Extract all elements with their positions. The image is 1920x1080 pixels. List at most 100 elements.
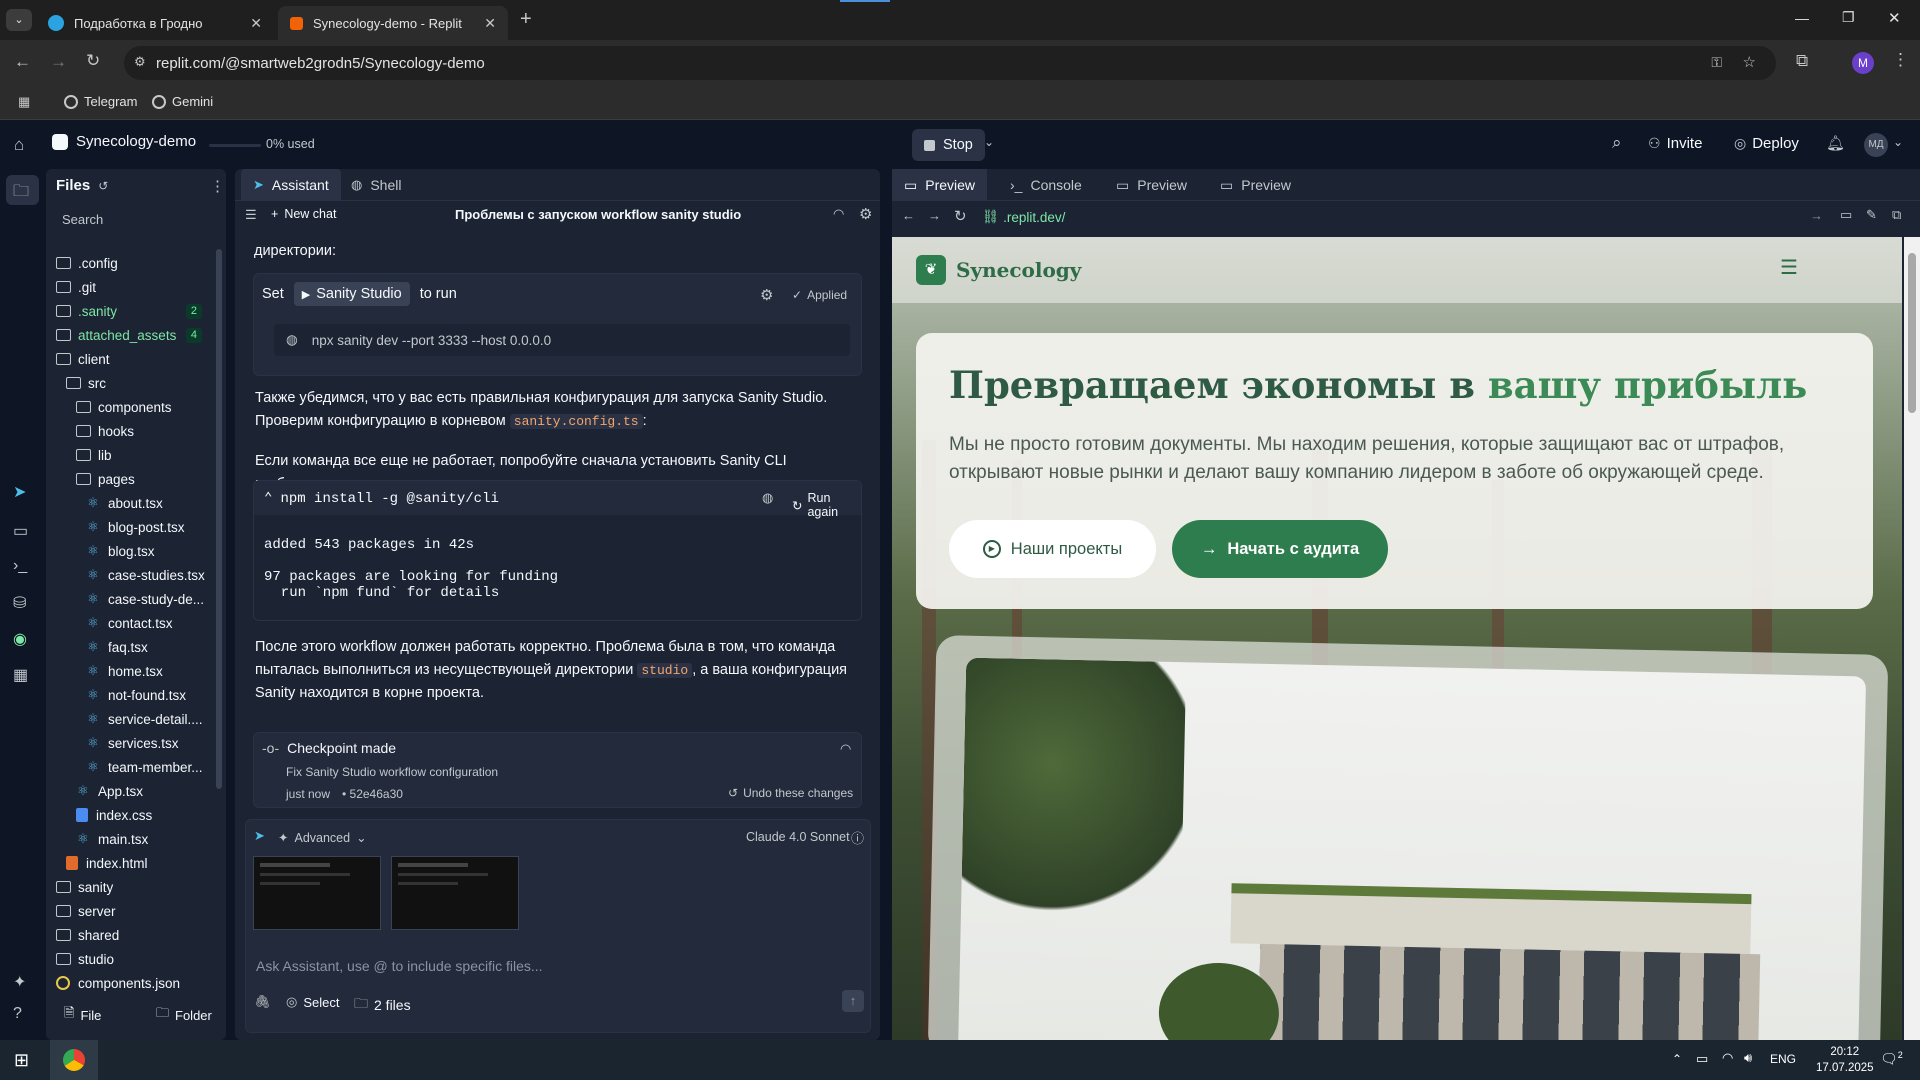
file-item[interactable]: ⚛ main.tsx (46, 827, 216, 851)
tab-preview-active[interactable]: ▭ Preview (892, 169, 988, 201)
file-item[interactable]: index.css (46, 803, 216, 827)
site-logo[interactable]: ❦ Synecology (916, 255, 1081, 285)
tab-console[interactable]: ›_ Console (998, 169, 1094, 201)
preview-url[interactable]: ⛓ .replit.dev/ (982, 209, 1065, 225)
send-button[interactable]: ↑ (842, 990, 864, 1012)
settings-gear-icon[interactable]: ⚙ (859, 205, 872, 223)
file-item[interactable]: ⚛ about.tsx (46, 491, 216, 515)
file-item[interactable]: ⚛ App.tsx (46, 779, 216, 803)
browser-menu-icon[interactable]: ⋮ (1892, 50, 1909, 70)
address-bar[interactable]: ⚙ replit.com/@smartweb2grodn5/Synecology… (124, 46, 1776, 80)
folder-item[interactable]: .sanity 2 (46, 299, 216, 323)
file-item[interactable]: ⚛ blog.tsx (46, 539, 216, 563)
file-item[interactable]: ⚛ faq.tsx (46, 635, 216, 659)
language-indicator[interactable]: ENG (1770, 1052, 1796, 1066)
bookmark-gemini[interactable]: Gemini (152, 94, 213, 109)
folder-item[interactable]: shared (46, 923, 216, 947)
file-item[interactable]: ⚛ case-studies.tsx (46, 563, 216, 587)
file-item[interactable]: ⚛ service-detail.... (46, 707, 216, 731)
advanced-dropdown[interactable]: ✦ Advanced ⌄ (278, 830, 367, 846)
tab-preview[interactable]: ▭ Preview (1208, 169, 1303, 201)
file-item[interactable]: ⚛ services.tsx (46, 731, 216, 755)
open-arrow-icon[interactable]: → (1810, 208, 1823, 223)
tray-chevron-icon[interactable]: ⌃ (1672, 1052, 1682, 1066)
workflow-settings-icon[interactable]: ⚙ (760, 286, 773, 304)
file-item[interactable]: index.html (46, 851, 216, 875)
workflow-chip[interactable]: ▶ Sanity Studio (293, 282, 410, 306)
attachment-thumbnail[interactable] (391, 856, 519, 930)
extensions-icon[interactable]: ⧉ (1796, 51, 1808, 71)
battery-icon[interactable]: ▭ (1696, 1051, 1708, 1067)
file-item[interactable]: ⚛ case-study-de... (46, 587, 216, 611)
browser-tab-active[interactable]: Synecology-demo - Replit ✕ (278, 6, 508, 40)
devtools-icon[interactable]: ✎ (1866, 207, 1877, 223)
chrome-taskbar-item[interactable] (50, 1040, 98, 1080)
folder-item[interactable]: lib (46, 443, 216, 467)
close-window-icon[interactable]: ✕ (1888, 9, 1901, 27)
folder-item[interactable]: src (46, 371, 216, 395)
device-icon[interactable]: ▭ (1840, 207, 1852, 223)
tab-search-button[interactable]: ⌄ (6, 9, 32, 31)
project-title[interactable]: Synecology-demo (52, 133, 196, 150)
preview-forward-icon[interactable]: → (928, 208, 941, 223)
bookmark-telegram[interactable]: Telegram (64, 94, 137, 109)
close-tab-icon[interactable]: ✕ (250, 15, 262, 32)
chat-title[interactable]: Проблемы с запуском workflow sanity stud… (455, 207, 741, 222)
deploy-rail-icon[interactable]: ◉ (13, 629, 27, 649)
database-icon[interactable]: ⛁ (13, 593, 26, 613)
apps-grid-icon[interactable]: ▦ (18, 94, 30, 110)
tab-assistant[interactable]: ➤ Assistant (241, 169, 341, 201)
chevron-up-icon[interactable]: ⌃ (264, 490, 272, 507)
undo-changes-button[interactable]: ↺ Undo these changes (728, 786, 853, 800)
folder-item[interactable]: .git (46, 275, 216, 299)
invite-button[interactable]: ⚇ Invite (1648, 135, 1702, 152)
paperclip-icon[interactable]: 🖇︎ (254, 994, 271, 1010)
site-info-icon[interactable]: ⚙ (134, 54, 146, 70)
browser-tab-inactive[interactable]: Подработка в Гродно ✕ (36, 6, 274, 40)
deploy-button[interactable]: ◎ Deploy (1734, 135, 1799, 152)
wifi-icon[interactable]: ◠ (1722, 1050, 1733, 1066)
new-tab-icon[interactable]: + (520, 8, 532, 31)
home-icon[interactable]: ⌂ (14, 135, 24, 155)
sparkle-icon[interactable]: ✦ (13, 972, 26, 992)
file-item[interactable]: ⚛ blog-post.tsx (46, 515, 216, 539)
clock[interactable]: 20:12 17.07.2025 (1816, 1044, 1874, 1076)
stop-button[interactable]: Stop (912, 129, 985, 161)
back-icon[interactable]: ← (14, 52, 31, 72)
minimize-icon[interactable]: — (1795, 10, 1809, 26)
preview-reload-icon[interactable]: ↻ (954, 207, 967, 225)
file-item[interactable]: components.json (46, 971, 216, 995)
notifications-icon[interactable]: 🗨︎2 (1880, 1050, 1903, 1068)
folder-item[interactable]: server (46, 899, 216, 923)
folder-item[interactable]: pages (46, 467, 216, 491)
assistant-icon[interactable]: ➤ (13, 482, 26, 502)
user-avatar[interactable]: МД (1864, 133, 1888, 157)
checkpoint-hash[interactable]: • 52e46a30 (342, 787, 403, 801)
folder-item[interactable]: components (46, 395, 216, 419)
files-search-input[interactable]: Search (52, 209, 216, 231)
chevron-down-icon[interactable]: ⌄ (1893, 135, 1903, 149)
preview-scrollbar[interactable] (1904, 237, 1920, 1040)
history-icon[interactable]: ↺ (98, 179, 108, 193)
checkpoint-icon[interactable]: ◠ (840, 741, 851, 757)
restore-icon[interactable]: ❐ (1842, 9, 1855, 26)
reload-icon[interactable]: ↻ (86, 51, 100, 71)
preview-icon[interactable]: ▭ (13, 521, 28, 541)
model-label[interactable]: Claude 4.0 Sonnet (746, 830, 850, 844)
all-tools-icon[interactable]: ▦ (13, 665, 28, 685)
attachment-thumbnail[interactable] (253, 856, 381, 930)
projects-button[interactable]: ▶ Наши проекты (949, 520, 1156, 578)
file-item[interactable]: ⚛ team-member... (46, 755, 216, 779)
folder-item[interactable]: attached_assets 4 (46, 323, 216, 347)
files-menu-icon[interactable]: ⋮ (210, 177, 225, 195)
select-button[interactable]: ◎ Select (286, 994, 339, 1010)
file-item[interactable]: ⚛ contact.tsx (46, 611, 216, 635)
external-link-icon[interactable]: ⧉ (1892, 207, 1901, 223)
new-file-button[interactable]: 🗎︎ File (64, 1004, 101, 1026)
file-item[interactable]: ⚛ not-found.tsx (46, 683, 216, 707)
close-tab-icon[interactable]: ✕ (484, 15, 496, 32)
chat-input[interactable]: Ask Assistant, use @ to include specific… (256, 958, 543, 974)
forward-icon[interactable]: → (50, 52, 67, 72)
key-icon[interactable]: ⚿ (1711, 54, 1722, 71)
audit-button[interactable]: → Начать с аудита (1172, 520, 1388, 578)
